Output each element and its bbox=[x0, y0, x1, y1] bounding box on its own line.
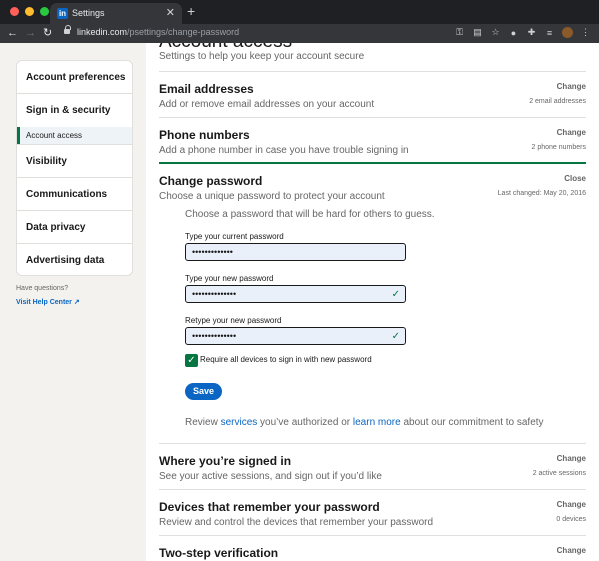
retype-password-label: Retype your new password bbox=[185, 316, 282, 325]
sidebar-group-sign-in-security: Sign in & security Account access bbox=[17, 94, 132, 145]
more-menu-icon[interactable]: ⋮ bbox=[580, 27, 591, 38]
section-email-addresses[interactable]: Email addresses Add or remove email addr… bbox=[159, 71, 586, 117]
check-icon: ✓ bbox=[391, 289, 400, 300]
media-icon[interactable]: ≡ bbox=[544, 28, 555, 38]
minimize-window-button[interactable] bbox=[25, 7, 34, 16]
browser-tab[interactable]: in Settings ✕ bbox=[50, 3, 182, 24]
browser-toolbar: ← → ↻ linkedin.com/psettings/change-pass… bbox=[0, 24, 599, 43]
require-signin-checkbox[interactable]: ✓ bbox=[185, 354, 198, 367]
last-changed-date: Last changed: May 20, 2016 bbox=[497, 190, 586, 197]
close-password-button[interactable]: Close bbox=[564, 174, 586, 183]
toolbar-icons: ⚿ ▤ ☆ ● ✚ ≡ ⋮ bbox=[454, 27, 591, 38]
close-window-button[interactable] bbox=[10, 7, 19, 16]
puzzle-icon[interactable]: ✚ bbox=[526, 27, 537, 38]
settings-sidebar: Account preferences Sign in & security A… bbox=[16, 60, 133, 276]
tab-title: Settings bbox=[72, 8, 105, 18]
change-sessions-button[interactable]: Change bbox=[557, 454, 586, 463]
forward-arrow-icon[interactable]: → bbox=[25, 26, 36, 40]
section-phone-numbers[interactable]: Phone numbers Add a phone number in case… bbox=[159, 117, 586, 163]
window-controls bbox=[10, 7, 49, 16]
zoom-window-button[interactable] bbox=[40, 7, 49, 16]
change-phone-button[interactable]: Change bbox=[557, 128, 586, 137]
section-desc: Add a phone number in case you have trou… bbox=[159, 145, 409, 156]
current-password-label: Type your current password bbox=[185, 232, 284, 241]
section-meta: 2 active sessions bbox=[532, 470, 586, 477]
section-title: Two-step verification bbox=[159, 546, 279, 560]
key-icon[interactable]: ⚿ bbox=[454, 27, 465, 38]
sidebar-item-advertising-data[interactable]: Advertising data bbox=[17, 244, 132, 275]
new-password-field[interactable]: •••••••••••••• ✓ bbox=[185, 285, 406, 303]
section-meta: 0 devices bbox=[556, 516, 586, 523]
section-title: Email addresses bbox=[159, 82, 254, 96]
url-host: linkedin.com bbox=[77, 27, 128, 37]
section-title: Change password bbox=[159, 174, 263, 188]
new-password-value: •••••••••••••• bbox=[192, 289, 237, 299]
section-desc: Choose a unique password to protect your… bbox=[159, 191, 385, 202]
star-icon[interactable]: ☆ bbox=[490, 27, 501, 38]
extension-dot-icon[interactable]: ● bbox=[508, 28, 519, 38]
save-button[interactable]: Save bbox=[185, 383, 222, 400]
reload-icon[interactable]: ↻ bbox=[43, 26, 52, 40]
check-icon: ✓ bbox=[391, 331, 400, 342]
section-meta: 2 phone numbers bbox=[531, 144, 586, 151]
new-tab-icon[interactable]: + bbox=[187, 3, 195, 19]
section-desc: Add or remove email addresses on your ac… bbox=[159, 99, 375, 110]
review-mid: you’ve authorized or bbox=[257, 417, 353, 428]
change-email-button[interactable]: Change bbox=[557, 82, 586, 91]
tab-close-icon[interactable]: ✕ bbox=[166, 6, 175, 19]
sidebar-item-data-privacy[interactable]: Data privacy bbox=[17, 211, 132, 244]
new-password-label: Type your new password bbox=[185, 274, 274, 283]
require-signin-label: Require all devices to sign in with new … bbox=[200, 355, 372, 364]
page-subtitle: Settings to help you keep your account s… bbox=[159, 51, 365, 62]
review-prefix: Review bbox=[185, 417, 221, 428]
sidebar-item-visibility[interactable]: Visibility bbox=[17, 145, 132, 178]
external-link-icon: ↗ bbox=[71, 299, 80, 306]
profile-avatar[interactable] bbox=[562, 27, 573, 38]
change-devices-button[interactable]: Change bbox=[557, 500, 586, 509]
current-password-field[interactable]: ••••••••••••• bbox=[185, 243, 406, 261]
browser-titlebar: in Settings ✕ + bbox=[0, 0, 599, 24]
section-two-step-verification[interactable]: Two-step verification Change bbox=[159, 535, 586, 561]
main-panel: Account access Settings to help you keep… bbox=[146, 43, 599, 561]
review-text: Review services you’ve authorized or lea… bbox=[185, 417, 544, 428]
help-center-link[interactable]: Visit Help Center ↗ bbox=[16, 298, 80, 306]
change-two-step-button[interactable]: Change bbox=[557, 546, 586, 555]
learn-more-link[interactable]: learn more bbox=[353, 417, 401, 428]
sidebar-item-sign-in-security[interactable]: Sign in & security bbox=[17, 94, 132, 127]
section-desc: See your active sessions, and sign out i… bbox=[159, 471, 382, 482]
url-path: /psettings/change-password bbox=[127, 27, 240, 37]
sidebar-item-account-preferences[interactable]: Account preferences bbox=[17, 61, 132, 94]
retype-password-value: •••••••••••••• bbox=[192, 331, 237, 341]
section-title: Where you’re signed in bbox=[159, 454, 292, 468]
section-title: Phone numbers bbox=[159, 128, 250, 142]
services-link[interactable]: services bbox=[221, 417, 258, 428]
sidebar-item-communications[interactable]: Communications bbox=[17, 178, 132, 211]
back-arrow-icon[interactable]: ← bbox=[7, 26, 18, 40]
linkedin-icon: in bbox=[57, 8, 68, 19]
lock-icon[interactable] bbox=[64, 25, 71, 36]
help-question: Have questions? bbox=[16, 285, 69, 292]
section-desc: Review and control the devices that reme… bbox=[159, 517, 434, 528]
retype-password-field[interactable]: •••••••••••••• ✓ bbox=[185, 327, 406, 345]
review-suffix: about our commitment to safety bbox=[400, 417, 544, 428]
password-intro: Choose a password that will be hard for … bbox=[185, 209, 435, 220]
section-title: Devices that remember your password bbox=[159, 500, 380, 514]
sidebar-subitem-account-access[interactable]: Account access bbox=[17, 127, 132, 144]
address-bar[interactable]: linkedin.com/psettings/change-password bbox=[77, 27, 239, 37]
help-center-label: Visit Help Center bbox=[16, 299, 72, 306]
section-meta: 2 email addresses bbox=[529, 98, 586, 105]
translate-icon[interactable]: ▤ bbox=[472, 27, 483, 38]
section-remembered-devices[interactable]: Devices that remember your password Revi… bbox=[159, 489, 586, 535]
section-where-signed-in[interactable]: Where you’re signed in See your active s… bbox=[159, 443, 586, 489]
